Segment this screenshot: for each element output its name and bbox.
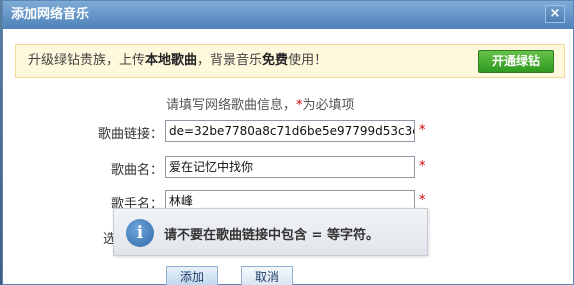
promo-bold-local-songs: 本地歌曲 bbox=[145, 53, 198, 68]
tooltip-message: 请不要在歌曲链接中包含 = 等字符。 bbox=[164, 228, 379, 243]
song-name-input[interactable]: 爱在记忆中找你 bbox=[165, 156, 415, 178]
obscured-field-label: 选 bbox=[103, 232, 113, 247]
song-name-required-star: * bbox=[419, 159, 426, 174]
validation-tooltip: i 请不要在歌曲链接中包含 = 等字符。 bbox=[113, 208, 428, 256]
vip-promo-banner: 升级绿钻贵族，上传本地歌曲，背景音乐免费使用！ 开通绿钻 bbox=[15, 44, 565, 78]
dialog-title: 添加网络音乐 bbox=[11, 7, 90, 22]
song-link-required-star: * bbox=[419, 123, 426, 138]
add-button[interactable]: 添加 bbox=[166, 266, 218, 285]
open-green-diamond-button[interactable]: 开通绿钻 bbox=[478, 50, 554, 73]
song-link-label: 歌曲链接： bbox=[97, 127, 163, 142]
dialog-titlebar: 添加网络音乐 × bbox=[3, 1, 573, 29]
hint-text: 请填写网络歌曲信息， bbox=[166, 98, 297, 113]
close-button[interactable]: × bbox=[545, 5, 565, 23]
close-icon: × bbox=[549, 6, 561, 21]
form-hint: 请填写网络歌曲信息，*为必填项 bbox=[166, 94, 355, 113]
cancel-button[interactable]: 取消 bbox=[241, 266, 293, 285]
info-icon: i bbox=[126, 219, 154, 247]
promo-text-3: 使用！ bbox=[288, 53, 328, 68]
promo-text-1: 升级绿钻贵族，上传 bbox=[28, 53, 146, 68]
song-link-row: 歌曲链接： de=32be7780a8c71d6be5e97799d53c3ca… bbox=[3, 120, 574, 142]
promo-text-2: ，背景音乐 bbox=[197, 53, 263, 68]
singer-name-required-star: * bbox=[419, 193, 426, 208]
song-link-input[interactable]: de=32be7780a8c71d6be5e97799d53c3ca4 bbox=[165, 120, 415, 142]
hint-suffix: 为必填项 bbox=[302, 98, 355, 113]
promo-bold-free: 免费 bbox=[262, 53, 289, 68]
song-name-label: 歌曲名： bbox=[110, 163, 163, 178]
add-web-music-dialog: 添加网络音乐 × 升级绿钻贵族，上传本地歌曲，背景音乐免费使用！ 开通绿钻 请填… bbox=[2, 0, 574, 285]
song-name-row: 歌曲名： 爱在记忆中找你 * bbox=[3, 156, 574, 178]
